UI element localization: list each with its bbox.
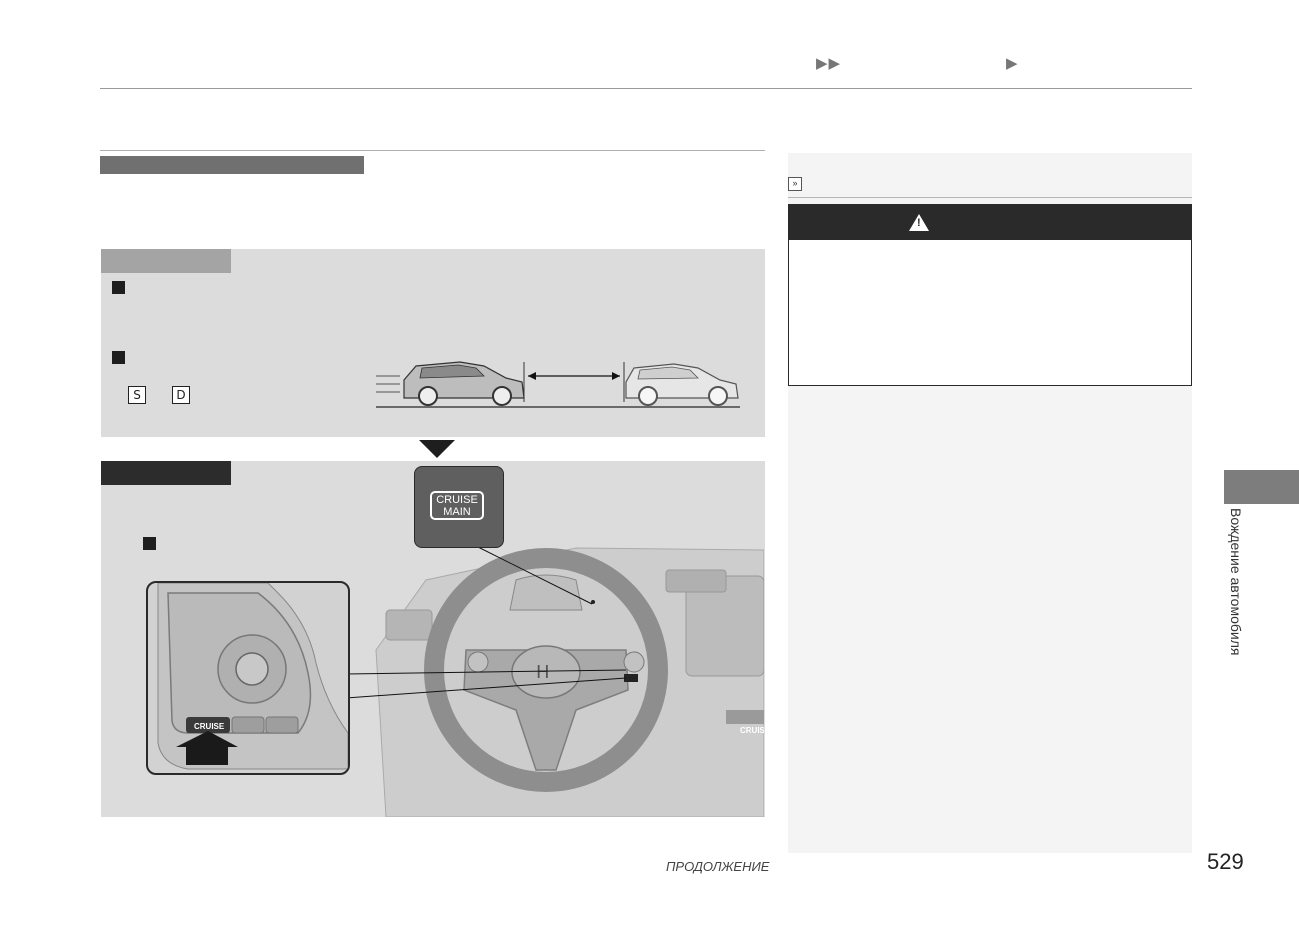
gear-s-box: S (128, 386, 146, 404)
down-triangle-icon (419, 440, 455, 458)
distance-arrow (528, 372, 620, 380)
chapter-label: Вождение автомобиля (1228, 508, 1244, 656)
page-number: 529 (1207, 849, 1244, 874)
bullet-square (143, 537, 156, 550)
section-title-bar (100, 156, 364, 174)
gear-d-box: D (172, 386, 190, 404)
nav-double-arrow: ▶▶ (816, 55, 842, 72)
cruise-main-line1: CRUISE (436, 494, 478, 506)
bullet-square (112, 281, 125, 294)
own-vehicle (403, 361, 525, 406)
warning-box: ! (788, 204, 1192, 386)
following-distance-illustration (376, 361, 740, 408)
cruise-main-line2: MAIN (443, 506, 471, 518)
cruise-main-callout: CRUISE MAIN (414, 466, 504, 548)
section-rule (100, 150, 765, 151)
nav-single-arrow: ▶ (1006, 55, 1019, 72)
inset-cruise-label: CRUISE (194, 722, 225, 731)
chapter-tab[interactable] (1224, 470, 1299, 504)
speed-lines (376, 375, 400, 393)
lead-vehicle (625, 363, 739, 406)
sidebar-rule (788, 197, 1192, 198)
double-chevron-icon: » (788, 177, 802, 191)
continue-label: ПРОДОЛЖЕНИЕ (666, 859, 770, 874)
bullet-square (112, 351, 125, 364)
condition-panel-tab (101, 249, 231, 273)
dash-cruise-label: CRUIS (740, 726, 764, 735)
header-rule (100, 88, 1192, 89)
warning-header: ! (789, 205, 1191, 240)
inset-switch-drawing: CRUISE (157, 583, 348, 770)
steering-switch-inset: CRUISE (146, 581, 350, 775)
warning-exclamation: ! (917, 217, 921, 229)
cruise-main-button-icon: CRUISE MAIN (430, 491, 484, 520)
activation-panel-tab (101, 461, 231, 485)
